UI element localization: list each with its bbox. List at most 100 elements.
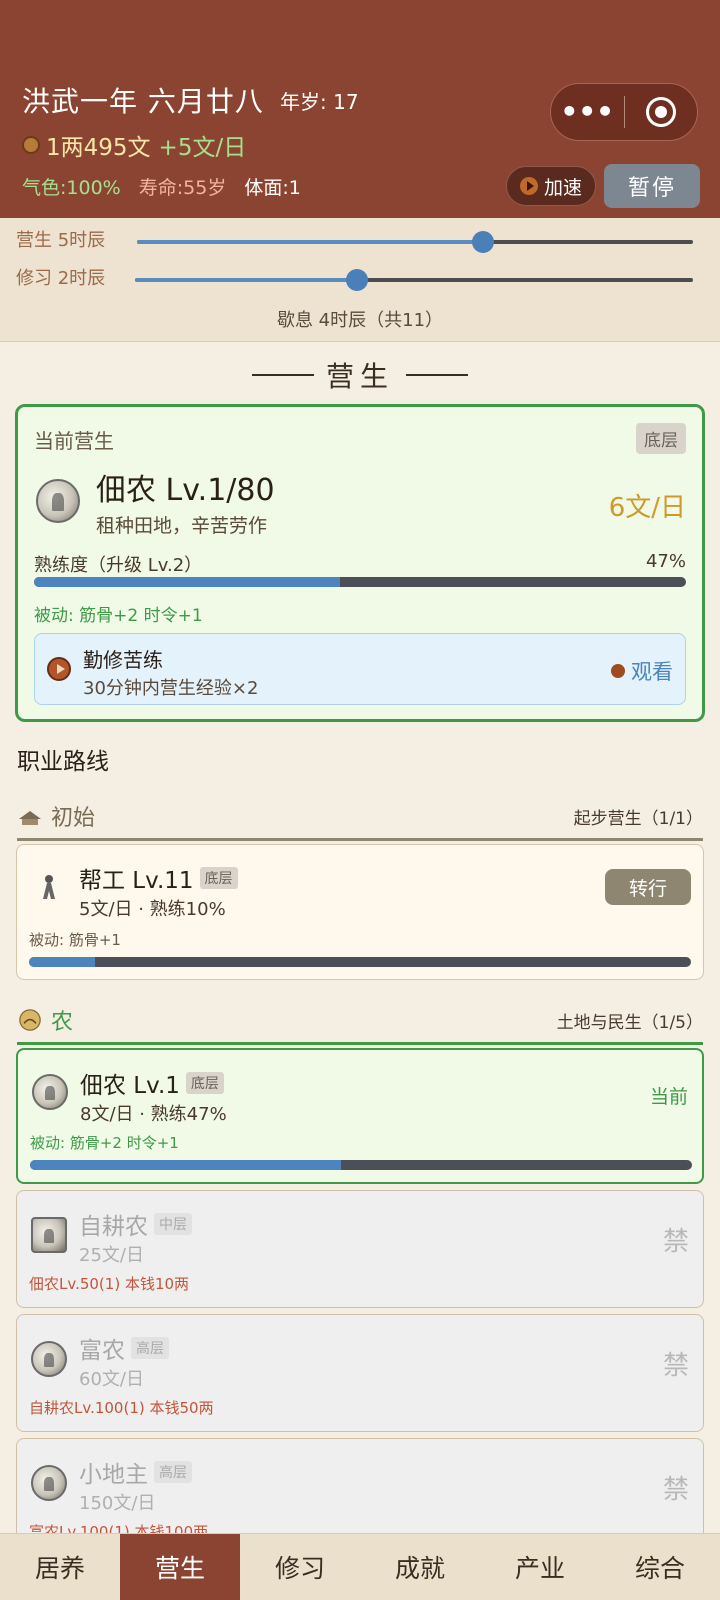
job-wage: 60文/日 bbox=[79, 1369, 144, 1390]
money-amount: 1两495文 bbox=[46, 135, 151, 161]
proficiency-label: 熟练度（升级 Lv.2） bbox=[34, 555, 203, 576]
work-slider[interactable] bbox=[137, 231, 693, 253]
job-name-text: 帮工 Lv.11 bbox=[79, 868, 194, 894]
current-job-name: 佃农 Lv.1/80 bbox=[96, 473, 275, 508]
job-card-tenant-farmer: 佃农 Lv.1 底层 8文/日 · 熟练47% 被动: 筋骨+2 时令+1 当前 bbox=[16, 1048, 704, 1184]
video-play-icon bbox=[47, 657, 71, 681]
job-card-owner-farmer: 自耕农 中层 25文/日 佃农Lv.50(1) 本钱10两 禁 bbox=[16, 1190, 704, 1308]
play-icon bbox=[519, 177, 538, 195]
job-wage-proficiency: 5文/日 · 熟练10% bbox=[79, 899, 226, 920]
category-farming-name: 农 bbox=[51, 1010, 74, 1035]
section-title-text: 营生 bbox=[325, 360, 394, 393]
study-slider-handle[interactable] bbox=[346, 269, 368, 291]
bottom-nav: 居养 营生 修习 成就 产业 综合 bbox=[0, 1533, 720, 1600]
category-initial-meta: 起步营生（1/1） bbox=[573, 808, 703, 829]
close-target-icon[interactable] bbox=[625, 97, 698, 127]
passive-bonus: 被动: 筋骨+2 时令+1 bbox=[34, 606, 203, 626]
pause-button[interactable]: 暂停 bbox=[604, 164, 700, 208]
switch-job-button[interactable]: 转行 bbox=[605, 869, 691, 905]
nav-tab-work[interactable]: 营生 bbox=[120, 1534, 240, 1600]
owner-farmer-avatar bbox=[31, 1217, 67, 1253]
age-label: 年岁: 17 bbox=[280, 90, 359, 114]
small-landlord-avatar bbox=[31, 1465, 67, 1501]
proficiency-bar-fill bbox=[34, 577, 341, 587]
job-wage: 150文/日 bbox=[79, 1493, 156, 1514]
speed-up-button[interactable]: 加速 bbox=[506, 166, 596, 206]
tier-badge: 高层 bbox=[154, 1461, 192, 1483]
top-header: 洪武一年 六月廿八 年岁: 17 1两495文 +5文/日 气色:100% 寿命… bbox=[0, 0, 720, 218]
miniprogram-capsule: ••• bbox=[550, 83, 698, 141]
watch-play-icon bbox=[611, 664, 625, 678]
nav-tab-achievements[interactable]: 成就 bbox=[360, 1534, 480, 1600]
tier-badge: 底层 bbox=[185, 1072, 224, 1094]
job-progress-fill bbox=[30, 1160, 342, 1170]
more-icon[interactable]: ••• bbox=[551, 98, 624, 126]
job-name-text: 小地主 bbox=[79, 1462, 148, 1488]
tier-badge: 高层 bbox=[131, 1337, 169, 1359]
lifespan-stat: 寿命:55岁 bbox=[138, 177, 227, 199]
money-display: 1两495文 +5文/日 bbox=[22, 128, 246, 162]
job-name: 小地主 高层 bbox=[79, 1455, 192, 1489]
nav-tab-property[interactable]: 产业 bbox=[480, 1534, 600, 1600]
category-farming: 农 土地与民生（1/5） bbox=[17, 1004, 703, 1045]
watch-label: 观看 bbox=[631, 660, 673, 684]
study-slider-fill bbox=[135, 278, 357, 282]
boost-ad-card[interactable]: 勤修苦练 30分钟内营生经验×2 观看 bbox=[34, 633, 686, 705]
current-job-wage: 6文/日 bbox=[608, 493, 686, 523]
boost-title: 勤修苦练 bbox=[83, 648, 163, 672]
study-slider-label: 修习 2时辰 bbox=[16, 268, 106, 289]
tier-badge: 底层 bbox=[199, 867, 238, 889]
job-card-rich-farmer: 富农 高层 60文/日 自耕农Lv.100(1) 本钱50两 禁 bbox=[16, 1314, 704, 1432]
game-date: 洪武一年 六月廿八 bbox=[22, 85, 264, 118]
work-slider-fill bbox=[137, 240, 483, 244]
tenant-farmer-avatar bbox=[32, 1074, 68, 1110]
job-card-helper: 帮工 Lv.11 底层 5文/日 · 熟练10% 被动: 筋骨+1 转行 bbox=[16, 844, 704, 980]
speed-up-label: 加速 bbox=[543, 176, 582, 199]
job-name: 富农 高层 bbox=[79, 1331, 169, 1365]
laborer-icon bbox=[43, 875, 55, 899]
nav-tab-living[interactable]: 居养 bbox=[0, 1534, 120, 1600]
hut-icon bbox=[19, 811, 41, 825]
nav-tab-study[interactable]: 修习 bbox=[240, 1534, 360, 1600]
rich-farmer-avatar bbox=[31, 1341, 67, 1377]
title-line-left bbox=[251, 374, 314, 376]
category-farming-meta: 土地与民生（1/5） bbox=[556, 1012, 703, 1033]
time-allocation-panel: 营生 5时辰 修习 2时辰 歇息 4时辰（共11） bbox=[0, 218, 720, 342]
job-name: 自耕农 中层 bbox=[79, 1207, 192, 1241]
status-stats: 气色:100% 寿命:55岁 体面:1 bbox=[22, 173, 301, 200]
work-slider-handle[interactable] bbox=[472, 231, 494, 253]
current-job-desc: 租种田地，辛苦劳作 bbox=[96, 515, 268, 537]
job-passive: 被动: 筋骨+1 bbox=[29, 931, 121, 949]
current-job-card: 当前营生 底层 佃农 Lv.1/80 租种田地，辛苦劳作 6文/日 熟练度（升级… bbox=[15, 404, 705, 722]
job-passive: 被动: 筋骨+2 时令+1 bbox=[30, 1134, 179, 1152]
income-rate: +5文/日 bbox=[158, 135, 247, 161]
career-path-title: 职业路线 bbox=[17, 749, 109, 775]
boost-desc: 30分钟内营生经验×2 bbox=[83, 678, 259, 699]
nav-tab-general[interactable]: 综合 bbox=[600, 1534, 720, 1600]
job-name-text: 佃农 Lv.1 bbox=[80, 1073, 180, 1099]
current-job-label: 当前营生 bbox=[34, 429, 114, 453]
coin-icon bbox=[22, 136, 40, 154]
job-requirement: 自耕农Lv.100(1) 本钱50两 bbox=[29, 1399, 214, 1417]
tier-badge: 中层 bbox=[154, 1213, 192, 1235]
title-line-right bbox=[406, 374, 468, 376]
section-title: 营生 bbox=[0, 355, 720, 395]
job-progress-fill bbox=[29, 957, 96, 967]
watch-button[interactable]: 观看 bbox=[611, 656, 673, 686]
current-status-label: 当前 bbox=[649, 1086, 688, 1108]
category-initial-name: 初始 bbox=[51, 806, 96, 831]
locked-label: 禁 bbox=[662, 1351, 689, 1381]
dignity-stat: 体面:1 bbox=[244, 177, 301, 199]
rest-hours: 歇息 4时辰（共11） bbox=[276, 310, 444, 331]
locked-label: 禁 bbox=[662, 1227, 689, 1257]
category-initial: 初始 起步营生（1/1） bbox=[17, 800, 703, 841]
proficiency-percent: 47% bbox=[645, 551, 686, 572]
tenant-farmer-avatar bbox=[36, 479, 80, 523]
qi-stat: 气色:100% bbox=[22, 177, 121, 199]
job-name: 佃农 Lv.1 底层 bbox=[80, 1066, 224, 1100]
job-name-text: 富农 bbox=[79, 1338, 125, 1364]
study-slider[interactable] bbox=[135, 269, 693, 291]
farming-icon bbox=[19, 1009, 41, 1031]
job-wage-proficiency: 8文/日 · 熟练47% bbox=[80, 1104, 227, 1125]
job-wage: 25文/日 bbox=[79, 1245, 144, 1266]
